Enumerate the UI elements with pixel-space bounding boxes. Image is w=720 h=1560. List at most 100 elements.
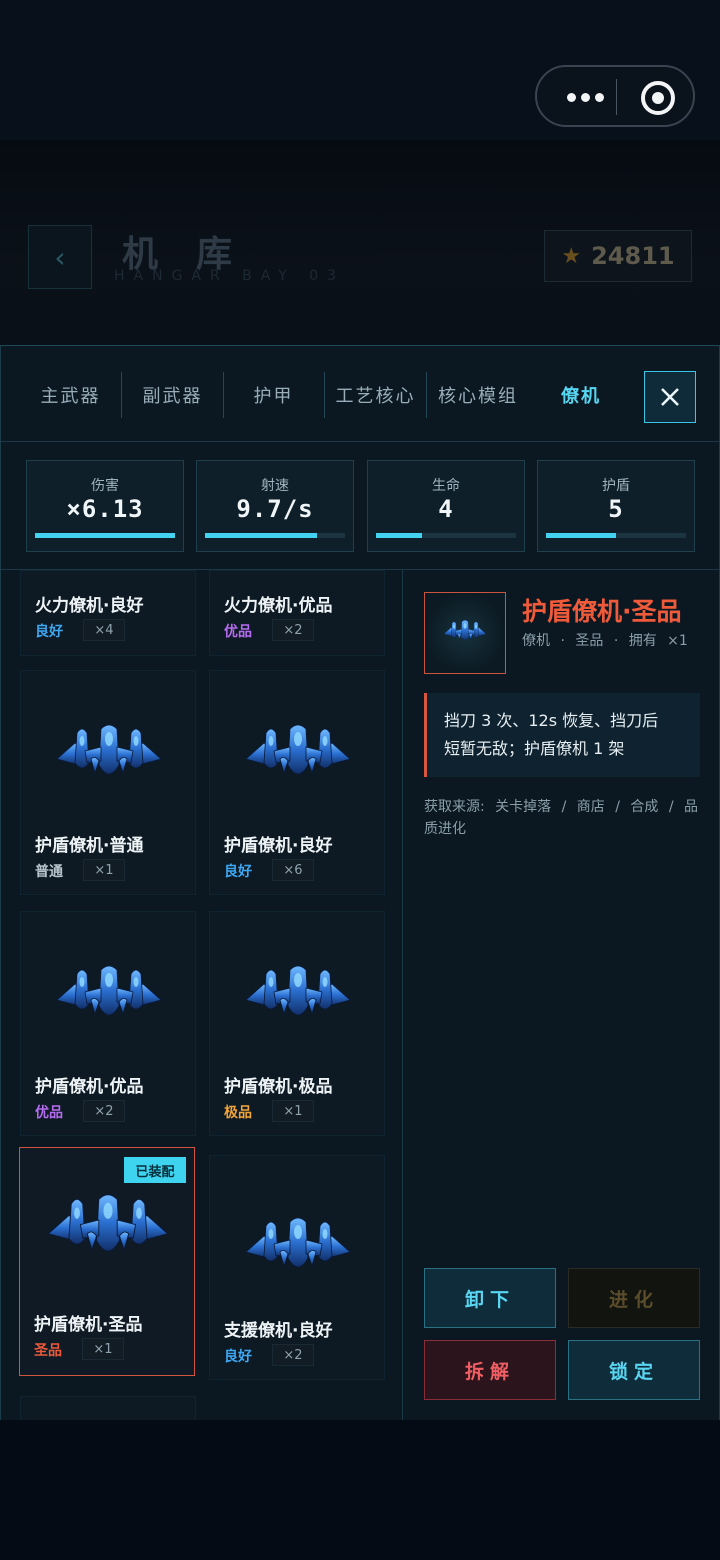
source-item: 关卡掉落 <box>495 799 552 815</box>
stat-value: ×6.13 <box>66 495 144 523</box>
detail-name: 护盾僚机·圣品 <box>522 597 682 626</box>
stat-bar-fill <box>205 533 317 538</box>
source-label: 获取来源: <box>424 799 485 815</box>
stat-value: 5 <box>608 495 624 523</box>
meta-type: 僚机 <box>522 633 550 649</box>
item-quality: 良好 <box>35 624 63 640</box>
bottom-area <box>0 1420 720 1560</box>
item-card[interactable]: 护盾僚机·优品 优品 ×2 <box>20 911 196 1136</box>
category-tabs: 主武器 副武器 护甲 工艺核心 核心模组 僚机 <box>1 346 719 442</box>
equipped-badge: 已装配 <box>124 1157 186 1183</box>
coin-amount: 24811 <box>591 242 675 270</box>
stat-bar-fill <box>35 533 175 538</box>
item-quality: 优品 <box>224 624 252 640</box>
stat-life: 生命 4 <box>367 460 525 552</box>
meta-sep: · <box>613 633 619 649</box>
item-quality: 极品 <box>224 1105 252 1121</box>
close-button[interactable] <box>644 371 696 423</box>
item-count: ×1 <box>83 859 125 881</box>
tab-armor[interactable]: 护甲 <box>223 372 325 418</box>
meta-own-label: 拥有 <box>628 633 657 649</box>
lock-button[interactable]: 锁定 <box>568 1340 700 1400</box>
source-item: 合成 <box>630 799 659 815</box>
item-card[interactable] <box>20 1396 196 1421</box>
stats-row: 伤害 ×6.13 射速 9.7/s 生命 4 护盾 5 <box>1 442 719 570</box>
stat-label: 伤害 <box>91 478 119 494</box>
item-card[interactable]: 护盾僚机·普通 普通 ×1 <box>20 670 196 895</box>
item-quality: 普通 <box>35 864 63 880</box>
item-count: ×6 <box>272 859 314 881</box>
mini-program-capsule <box>535 65 695 127</box>
detail-meta: 僚机 · 圣品 · 拥有 ×1 <box>522 630 712 652</box>
item-card[interactable]: 护盾僚机·良好 良好 ×6 <box>209 670 385 895</box>
item-card[interactable]: 护盾僚机·极品 极品 ×1 <box>209 911 385 1136</box>
item-card-selected[interactable]: 已装配 护盾僚机·圣品 圣品 ×1 <box>19 1147 195 1376</box>
item-name: 支援僚机·良好 <box>224 1321 333 1341</box>
item-quality: 圣品 <box>34 1343 62 1359</box>
detail-source: 获取来源: 关卡掉落 / 商店 / 合成 / 品质进化 <box>424 796 704 840</box>
stat-fire-rate: 射速 9.7/s <box>196 460 354 552</box>
item-name: 火力僚机·优品 <box>224 596 333 616</box>
item-quality: 良好 <box>224 1349 252 1365</box>
wingman-ship-icon <box>443 617 487 647</box>
meta-quality: 圣品 <box>575 633 604 649</box>
item-quality: 良好 <box>224 864 252 880</box>
detail-description: 挡刀 3 次、12s 恢复、挡刀后 短暂无敌；护盾僚机 1 架 <box>424 693 700 777</box>
item-count: ×2 <box>83 1100 125 1122</box>
stat-bar <box>35 533 175 538</box>
dismantle-button[interactable]: 拆解 <box>424 1340 556 1400</box>
item-name: 火力僚机·良好 <box>35 596 144 616</box>
capsule-divider <box>616 79 617 115</box>
stat-damage: 伤害 ×6.13 <box>26 460 184 552</box>
item-count: ×4 <box>83 619 125 641</box>
tab-wingman[interactable]: 僚机 <box>530 372 632 418</box>
item-card[interactable]: 支援僚机·良好 良好 ×2 <box>209 1155 385 1380</box>
item-name: 护盾僚机·普通 <box>35 836 144 856</box>
stat-bar <box>546 533 686 538</box>
page-subtitle: HANGAR BAY 03 <box>114 268 346 284</box>
stat-shield: 护盾 5 <box>537 460 695 552</box>
chevron-left-icon: ‹ <box>54 240 66 274</box>
stat-bar <box>205 533 345 538</box>
back-button[interactable]: ‹ <box>28 225 92 289</box>
meta-sep: · <box>560 633 565 649</box>
wingman-ship-icon <box>55 962 163 1028</box>
item-thumbnail <box>424 592 506 674</box>
hangar-panel: 主武器 副武器 护甲 工艺核心 核心模组 僚机 伤害 ×6.13 射速 9.7/… <box>0 345 720 1421</box>
source-sep: / <box>668 799 674 815</box>
item-count: ×2 <box>272 619 314 641</box>
unload-button[interactable]: 卸下 <box>424 1268 556 1328</box>
meta-own-count: ×1 <box>667 633 688 649</box>
source-sep: / <box>615 799 620 815</box>
wingman-ship-icon <box>244 1214 352 1280</box>
stat-label: 射速 <box>261 478 289 494</box>
stat-label: 护盾 <box>602 478 630 494</box>
close-target-icon[interactable] <box>641 81 675 115</box>
item-name: 护盾僚机·极品 <box>224 1077 333 1097</box>
description-line: 短暂无敌；护盾僚机 1 架 <box>444 739 625 758</box>
stat-value: 9.7/s <box>236 495 314 523</box>
wingman-ship-icon <box>244 721 352 787</box>
item-detail-pane: 护盾僚机·圣品 僚机 · 圣品 · 拥有 ×1 挡刀 3 次、12s 恢复、挡刀… <box>403 570 719 1421</box>
item-card[interactable]: 火力僚机·良好 良好 ×4 <box>20 570 196 656</box>
item-card[interactable]: 火力僚机·优品 优品 ×2 <box>209 570 385 656</box>
wingman-ship-icon <box>46 1190 170 1266</box>
source-sep: / <box>561 799 567 815</box>
evolve-button[interactable]: 进化 <box>568 1268 700 1328</box>
item-name: 护盾僚机·良好 <box>224 836 333 856</box>
tab-core-module[interactable]: 核心模组 <box>427 372 529 418</box>
wingman-list[interactable]: 火力僚机·良好 良好 ×4 火力僚机·优品 优品 ×2 护盾僚机·普通 普通 ×… <box>1 570 403 1421</box>
more-icon[interactable] <box>559 85 611 109</box>
tab-craft-core[interactable]: 工艺核心 <box>325 372 427 418</box>
tab-sub-weapon[interactable]: 副武器 <box>122 372 224 418</box>
item-quality: 优品 <box>35 1105 63 1121</box>
item-name: 护盾僚机·圣品 <box>34 1315 143 1335</box>
coin-counter: ★ 24811 <box>544 230 692 282</box>
top-status-area <box>0 0 720 140</box>
tab-main-weapon[interactable]: 主武器 <box>20 372 122 418</box>
item-count: ×2 <box>272 1344 314 1366</box>
source-item: 商店 <box>576 799 605 815</box>
stat-value: 4 <box>438 495 454 523</box>
hangar-header: ‹ 机库 HANGAR BAY 03 ★ 24811 <box>0 140 720 345</box>
stat-bar-fill <box>546 533 616 538</box>
